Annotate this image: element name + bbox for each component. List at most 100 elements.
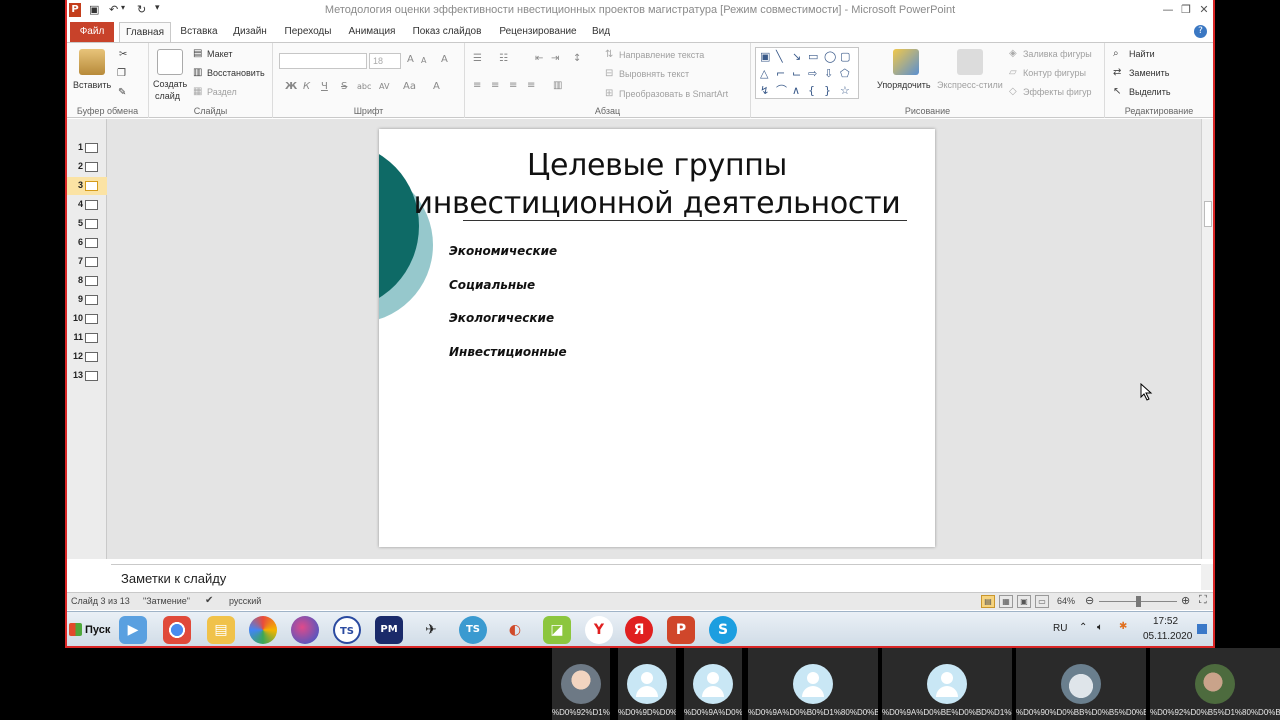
vertical-scrollbar[interactable] [1201, 119, 1213, 559]
ts-app-icon[interactable]: TS [333, 616, 361, 644]
restore-button[interactable]: ❐ [1178, 3, 1194, 17]
new-slide-button-line2[interactable]: слайд [155, 91, 180, 101]
start-button[interactable]: Пуск [69, 618, 110, 642]
thumbnail-13[interactable]: 13 [67, 367, 107, 385]
chrome-icon[interactable] [163, 616, 191, 644]
shape-effects-icon[interactable]: ◇ [1009, 86, 1017, 98]
paste-icon[interactable] [79, 49, 105, 75]
ts-client-icon[interactable]: TS [459, 616, 487, 644]
line-shape-icon[interactable]: ╲ [776, 51, 783, 63]
elbow-arrow-shape-icon[interactable]: ⌙ [792, 68, 801, 80]
shrink-font-icon[interactable]: A [421, 55, 426, 67]
thumbnail-preview[interactable] [85, 181, 98, 191]
thumbnail-1[interactable]: 1 [67, 139, 107, 157]
layout-icon[interactable]: ▤ [193, 48, 202, 60]
thumbnail-2[interactable]: 2 [67, 158, 107, 176]
volume-icon[interactable]: 🔈︎ [1097, 622, 1103, 633]
scrollbar-thumb[interactable] [1204, 201, 1212, 227]
participant-tile[interactable]: %D0%92%D0%B5%D1%80%D0%B0... [1150, 648, 1280, 720]
tab-file[interactable]: Файл [70, 22, 114, 42]
pentagon-shape-icon[interactable]: ⬠ [840, 68, 850, 80]
columns-icon[interactable]: ▥ [553, 80, 562, 92]
tab-design[interactable]: Дизайн [227, 22, 273, 42]
line-spacing-icon[interactable]: ↕ [573, 53, 581, 65]
font-size-combo[interactable]: 18 [369, 53, 401, 69]
arrange-icon[interactable] [893, 49, 919, 75]
language-indicator[interactable]: русский [229, 596, 261, 606]
bird-app-icon[interactable]: ✈ [417, 616, 445, 644]
replace-icon[interactable]: ⇄ [1113, 67, 1121, 79]
help-icon[interactable]: ? [1194, 25, 1207, 38]
paste-button[interactable]: Вставить [73, 80, 111, 90]
thumbnail-preview[interactable] [85, 314, 98, 324]
thumbnail-8[interactable]: 8 [67, 272, 107, 290]
normal-view-button[interactable]: ▤ [981, 595, 995, 608]
shape-outline-button[interactable]: Контур фигуры [1023, 68, 1086, 78]
shape-fill-icon[interactable]: ◈ [1009, 48, 1017, 60]
thumbnail-6[interactable]: 6 [67, 234, 107, 252]
show-desktop-icon[interactable] [1197, 624, 1207, 634]
select-button[interactable]: Выделить [1129, 87, 1171, 97]
layout-button[interactable]: Макет [207, 49, 232, 59]
thumbnail-11[interactable]: 11 [67, 329, 107, 347]
bullet-item[interactable]: Инвестиционные [449, 345, 567, 359]
numbering-icon[interactable]: ☷ [499, 53, 508, 65]
thumbnail-preview[interactable] [85, 162, 98, 172]
tray-expand-icon[interactable]: ⌃ [1079, 622, 1087, 633]
rounded-rect-shape-icon[interactable]: ▢ [840, 51, 850, 63]
elbow-connector-shape-icon[interactable]: ⌐ [776, 68, 785, 80]
arrange-button[interactable]: Упорядочить [877, 80, 931, 90]
zoom-in-icon[interactable]: ⊕ [1181, 594, 1190, 607]
parrot-app-icon[interactable]: ◐ [501, 616, 529, 644]
thumbnail-3[interactable]: 3 [67, 177, 107, 195]
font-name-combo[interactable] [279, 53, 367, 69]
slide-canvas[interactable]: Целевые группы инвестиционной деятельнос… [379, 129, 935, 547]
shape-fill-button[interactable]: Заливка фигуры [1023, 49, 1092, 59]
reset-icon[interactable]: ▥ [193, 67, 202, 79]
tab-home[interactable]: Главная [119, 22, 171, 43]
notes-scrollbar[interactable] [1201, 564, 1213, 590]
section-icon[interactable]: ▦ [193, 86, 202, 98]
right-arrow-shape-icon[interactable]: ⇨ [808, 68, 817, 80]
bullets-icon[interactable]: ☰ [473, 53, 482, 65]
participant-tile[interactable]: %D0%9A%D0%B0%D1%80%D0%BF... [748, 648, 878, 720]
strikethrough-icon[interactable]: S [341, 81, 347, 93]
clock-date[interactable]: 05.11.2020 [1143, 631, 1192, 642]
change-case-icon[interactable]: Aa [403, 81, 416, 93]
reset-button[interactable]: Восстановить [207, 68, 265, 78]
find-icon[interactable]: ⌕ [1113, 48, 1119, 60]
thumbnail-10[interactable]: 10 [67, 310, 107, 328]
smartart-icon[interactable]: ⊞ [605, 88, 613, 100]
tab-view[interactable]: Вид [587, 22, 615, 42]
participant-tile[interactable]: %D0%9A%D0%BE%D0%BD%D1%8... [882, 648, 1012, 720]
right-brace-shape-icon[interactable]: } [824, 85, 831, 97]
shadow-icon[interactable]: abc [357, 81, 371, 93]
justify-icon[interactable]: ≡ [527, 80, 535, 92]
minimize-button[interactable]: — [1160, 3, 1176, 17]
participant-tile[interactable]: %D0%90%D0%BB%D0%B5%D0%B... [1016, 648, 1146, 720]
curve-shape-icon[interactable]: ∧ [792, 85, 800, 97]
video-player-icon[interactable]: ▶ [119, 616, 147, 644]
tab-review[interactable]: Рецензирование [493, 22, 583, 42]
oval-shape-icon[interactable]: ◯ [824, 51, 836, 63]
decrease-indent-icon[interactable]: ⇤ [535, 53, 543, 65]
slide-title[interactable]: Целевые группы инвестиционной деятельнос… [379, 147, 935, 223]
italic-icon[interactable]: К [303, 81, 310, 93]
zoom-out-icon[interactable]: ⊖ [1085, 594, 1094, 607]
rectangle-shape-icon[interactable]: ▭ [808, 51, 818, 63]
quick-styles-button[interactable]: Экспресс-стили [937, 80, 1003, 90]
tab-insert[interactable]: Вставка [175, 22, 223, 42]
quick-styles-icon[interactable] [957, 49, 983, 75]
copy-icon[interactable]: ❐ [117, 68, 126, 80]
participant-tile[interactable]: %D0%9D%D0%... [618, 648, 676, 720]
thumbnail-5[interactable]: 5 [67, 215, 107, 233]
spellcheck-icon[interactable]: ✔ [205, 595, 213, 606]
close-button[interactable]: ✕ [1196, 3, 1212, 17]
align-text-button[interactable]: Выровнять текст [619, 69, 689, 79]
yandex-icon[interactable]: Я [625, 616, 653, 644]
zoom-level[interactable]: 64% [1057, 596, 1075, 606]
thumbnail-preview[interactable] [85, 238, 98, 248]
yandex-browser-icon[interactable]: Y [585, 616, 613, 644]
format-painter-icon[interactable]: ✎ [118, 87, 126, 99]
bullet-item[interactable]: Экономические [449, 244, 557, 258]
